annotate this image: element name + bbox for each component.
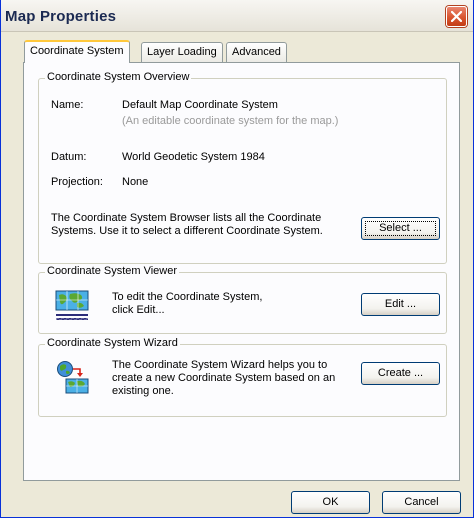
tab-panel: Coordinate System Overview Name: Default…	[23, 62, 460, 481]
edit-button[interactable]: Edit ...	[361, 293, 440, 316]
viewer-text-line1: To edit the Coordinate System,	[112, 291, 263, 303]
map-grid-icon	[55, 290, 89, 325]
cancel-button-label: Cancel	[404, 496, 439, 508]
overview-legend: Coordinate System Overview	[45, 71, 192, 83]
tab-coordinate-system[interactable]: Coordinate System	[24, 40, 130, 63]
close-button[interactable]	[446, 6, 467, 27]
ok-button[interactable]: OK	[291, 491, 370, 514]
viewer-text-line2: click Edit...	[112, 304, 165, 316]
window-title: Map Properties	[5, 8, 117, 25]
create-button-label: Create ...	[377, 367, 424, 379]
cancel-button[interactable]: Cancel	[382, 491, 461, 514]
projection-label: Projection:	[51, 176, 103, 188]
viewer-group: Coordinate System Viewer To edit the Coo…	[38, 265, 447, 334]
focus-rect	[365, 221, 436, 236]
wizard-text-line3: existing one.	[112, 385, 174, 397]
globe-to-map-icon	[56, 360, 90, 399]
browser-text-line2: Systems. Use it to select a different Co…	[51, 225, 323, 237]
browser-text-line1: The Coordinate System Browser lists all …	[51, 212, 322, 224]
projection-value: None	[122, 176, 149, 188]
title-bar[interactable]: Map Properties	[1, 0, 473, 32]
wizard-text-line2: create a new Coordinate System based on …	[112, 372, 336, 384]
tab-advanced[interactable]: Advanced	[226, 42, 287, 62]
name-value: Default Map Coordinate System	[122, 99, 278, 111]
name-hint: (An editable coordinate system for the m…	[122, 115, 339, 127]
wizard-group: Coordinate System Wizard The Coordinate …	[38, 337, 447, 417]
create-button[interactable]: Create ...	[361, 362, 440, 385]
viewer-legend: Coordinate System Viewer	[45, 265, 180, 277]
datum-label: Datum:	[51, 151, 87, 163]
overview-group: Coordinate System Overview Name: Default…	[38, 71, 447, 264]
map-properties-dialog: Map Properties Coordinate System Layer L…	[0, 0, 474, 518]
edit-button-label: Edit ...	[384, 298, 417, 310]
wizard-text-line1: The Coordinate System Wizard helps you t…	[112, 359, 328, 371]
wizard-legend: Coordinate System Wizard	[45, 337, 180, 349]
ok-button-label: OK	[322, 496, 339, 508]
name-label: Name:	[51, 99, 84, 111]
select-button[interactable]: Select ...	[361, 217, 440, 240]
tab-layer-loading[interactable]: Layer Loading	[141, 42, 223, 62]
datum-value: World Geodetic System 1984	[122, 151, 265, 163]
